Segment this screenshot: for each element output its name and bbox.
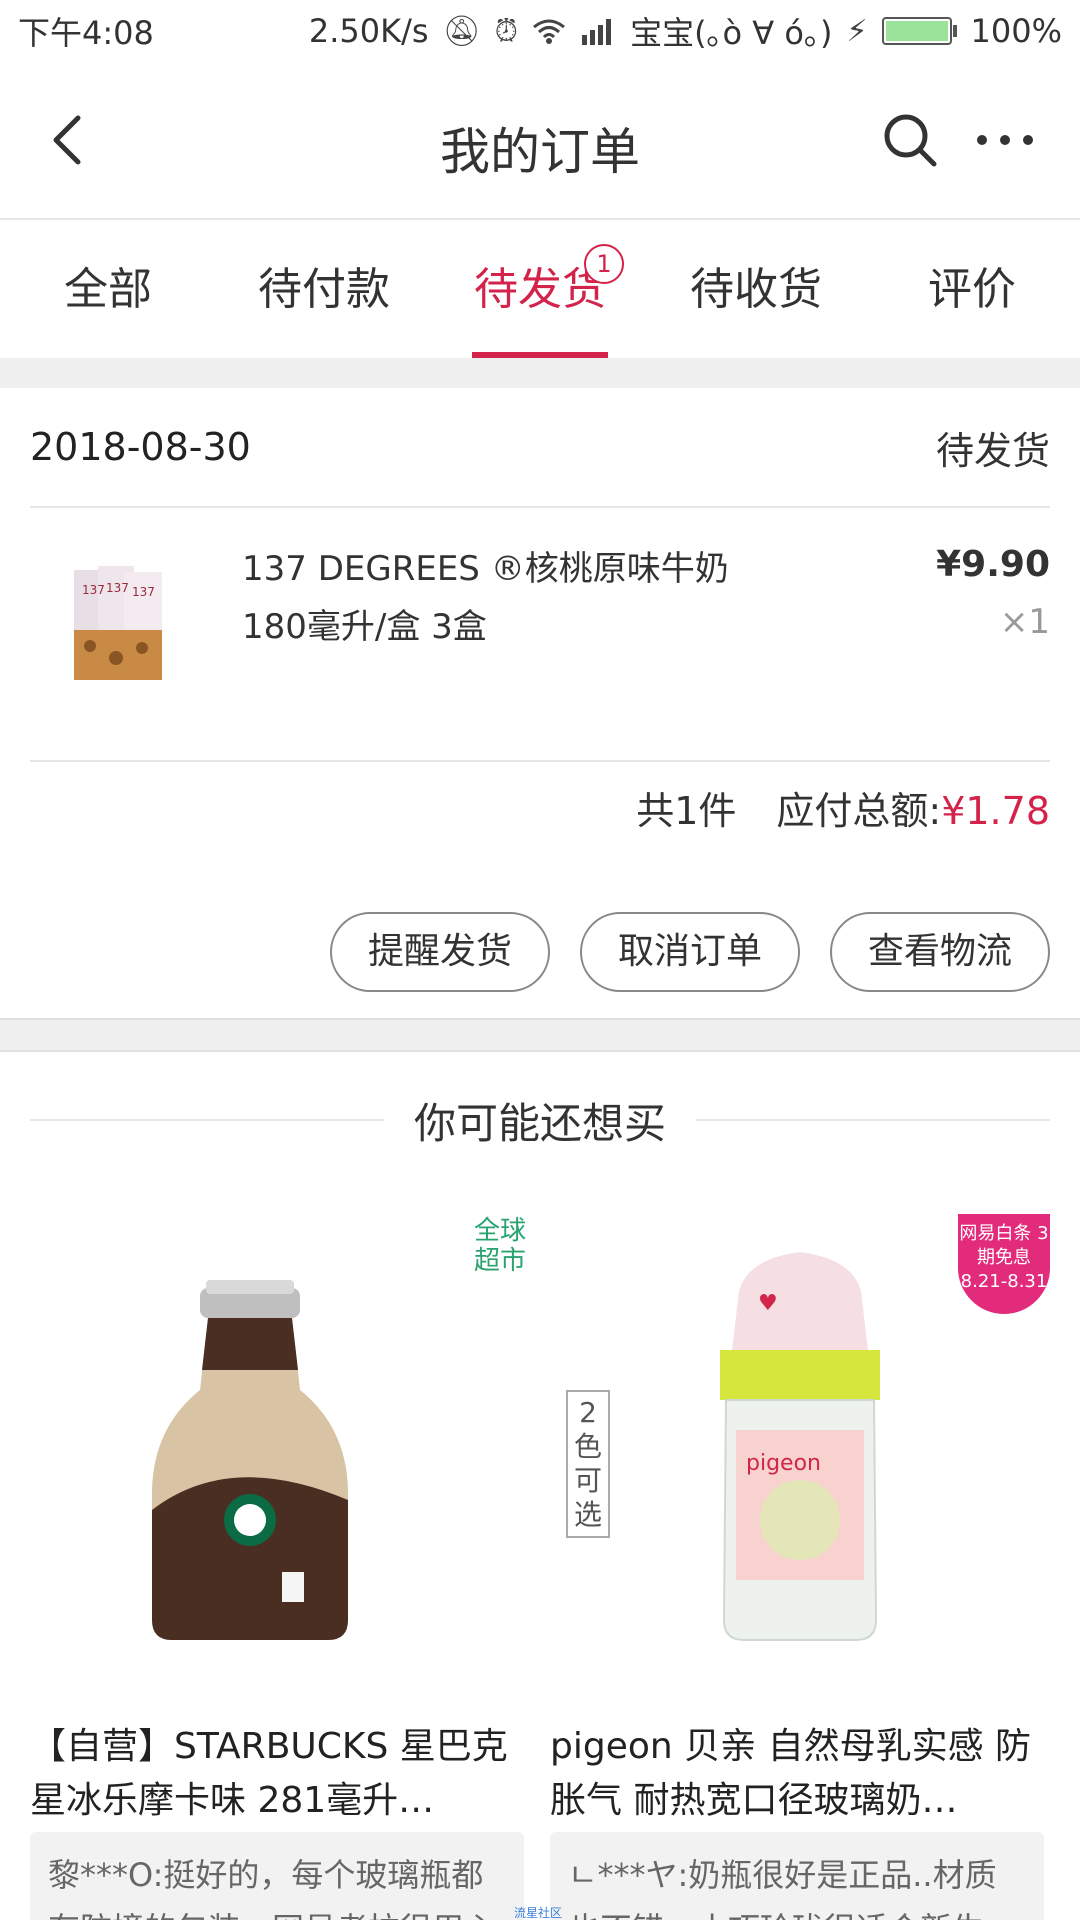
order-header: 2018-08-30 待发货 [30,388,1050,508]
product-price: ¥9.90 [936,544,1050,585]
recommend-title: 你可能还想买 [414,1098,667,1148]
order-tabs: 全部 待付款 待发货 1 待收货 评价 [0,222,1080,358]
carrier-name: 宝宝(｡ò ∀ ó｡) [630,14,833,52]
navbar: 我的订单 [0,62,1080,220]
recommend-product-card[interactable]: 全球超市 【自营】STARBUCKS 星巴克 星冰乐摩卡味 281毫升… 黎**… [30,1200,530,1920]
watermark: 流星社区 [514,1906,563,1920]
status-right: 2.50K/s 🔕︎ ⏰︎ 宝宝(｡ò ∀ ó｡) ⚡︎ 100% [309,8,1062,54]
product-name: 【自营】STARBUCKS 星巴克 星冰乐摩卡味 281毫升… [30,1726,508,1821]
order-status: 待发货 [935,428,1050,473]
global-market-tag: 全球超市 [473,1216,526,1276]
charging-icon: ⚡︎ [846,13,868,49]
divider-line [30,1119,384,1121]
total-label: 应付总额: [776,789,942,833]
promo-badge: 网易白条 3期免息 8.21-8.31 [958,1214,1050,1314]
cancel-order-button[interactable]: 取消订单 [580,912,800,992]
tab-pending-receipt[interactable]: 待收货 [648,222,864,358]
product-thumbnail: 137 137 137 [74,566,162,680]
track-logistics-button[interactable]: 查看物流 [830,912,1050,992]
section-divider [0,358,1080,388]
order-date: 2018-08-30 [30,425,251,469]
more-icon[interactable] [970,110,1040,170]
product-quantity: ×1 [999,602,1050,642]
svg-text:137: 137 [132,585,155,599]
section-divider [0,1018,1080,1052]
status-bar: 下午4:08 2.50K/s 🔕︎ ⏰︎ 宝宝(｡ò ∀ ó｡) ⚡︎ 100% [0,0,1080,62]
product-review: ㄴ***ヤ:奶瓶很好是正品..材质也不错，小巧玲珑很适合新生 [550,1832,1044,1920]
product-name: 137 DEGREES ®核桃原味牛奶 180毫升/盒 3盒 [242,549,729,647]
tab-review[interactable]: 评价 [864,222,1080,358]
product-image [151,1280,349,1640]
color-options-tag: 2色可选 [566,1390,610,1538]
order-card[interactable]: 2018-08-30 待发货 137 137 137 137 DEGREES ®… [0,388,1080,1018]
recommend-product-card[interactable]: ♥ pigeon 2色可选 网易白条 3期免息 8.21-8.31 pigeon… [550,1200,1050,1920]
product-review: 黎***O:挺好的，每个玻璃瓶都有防撞的包装，网易考拉很用心 [30,1832,524,1920]
svg-text:137: 137 [82,583,105,597]
divider-line [696,1119,1051,1121]
svg-text:♥: ♥ [758,1291,778,1316]
order-item[interactable]: 137 137 137 137 DEGREES ®核桃原味牛奶 180毫升/盒 … [30,510,1050,762]
tab-label: 待付款 [258,264,390,315]
order-actions: 提醒发货 取消订单 查看物流 [330,912,1050,992]
tab-label: 待收货 [690,264,822,315]
total-amount: ¥1.78 [941,789,1050,833]
svg-text:pigeon: pigeon [746,1451,821,1476]
tab-label: 全部 [64,264,152,315]
tab-badge: 1 [584,244,624,284]
order-summary: 共1件 应付总额:¥1.78 [636,780,1050,835]
tab-label: 评价 [928,264,1016,315]
remind-shipment-button[interactable]: 提醒发货 [330,912,550,992]
svg-text:137: 137 [106,581,129,595]
signal-icon [582,19,612,45]
battery-icon [881,17,957,45]
tab-all[interactable]: 全部 [0,222,216,358]
tab-pending-shipment[interactable]: 待发货 1 [432,222,648,358]
network-speed: 2.50K/s [308,12,429,50]
item-count: 共1件 [636,789,737,833]
alarm-icon: ⏰︎ [494,13,519,49]
product-name: pigeon 贝亲 自然母乳实感 防胀气 耐热宽口径玻璃奶… [550,1726,1032,1821]
wifi-icon [533,19,565,44]
battery-percent: 100% [970,12,1062,50]
tab-pending-payment[interactable]: 待付款 [216,222,432,358]
status-time: 下午4:08 [18,14,154,52]
mute-icon: 🔕︎ [442,13,481,49]
recommend-header: 你可能还想买 [30,1090,1051,1150]
search-icon[interactable] [880,110,940,170]
